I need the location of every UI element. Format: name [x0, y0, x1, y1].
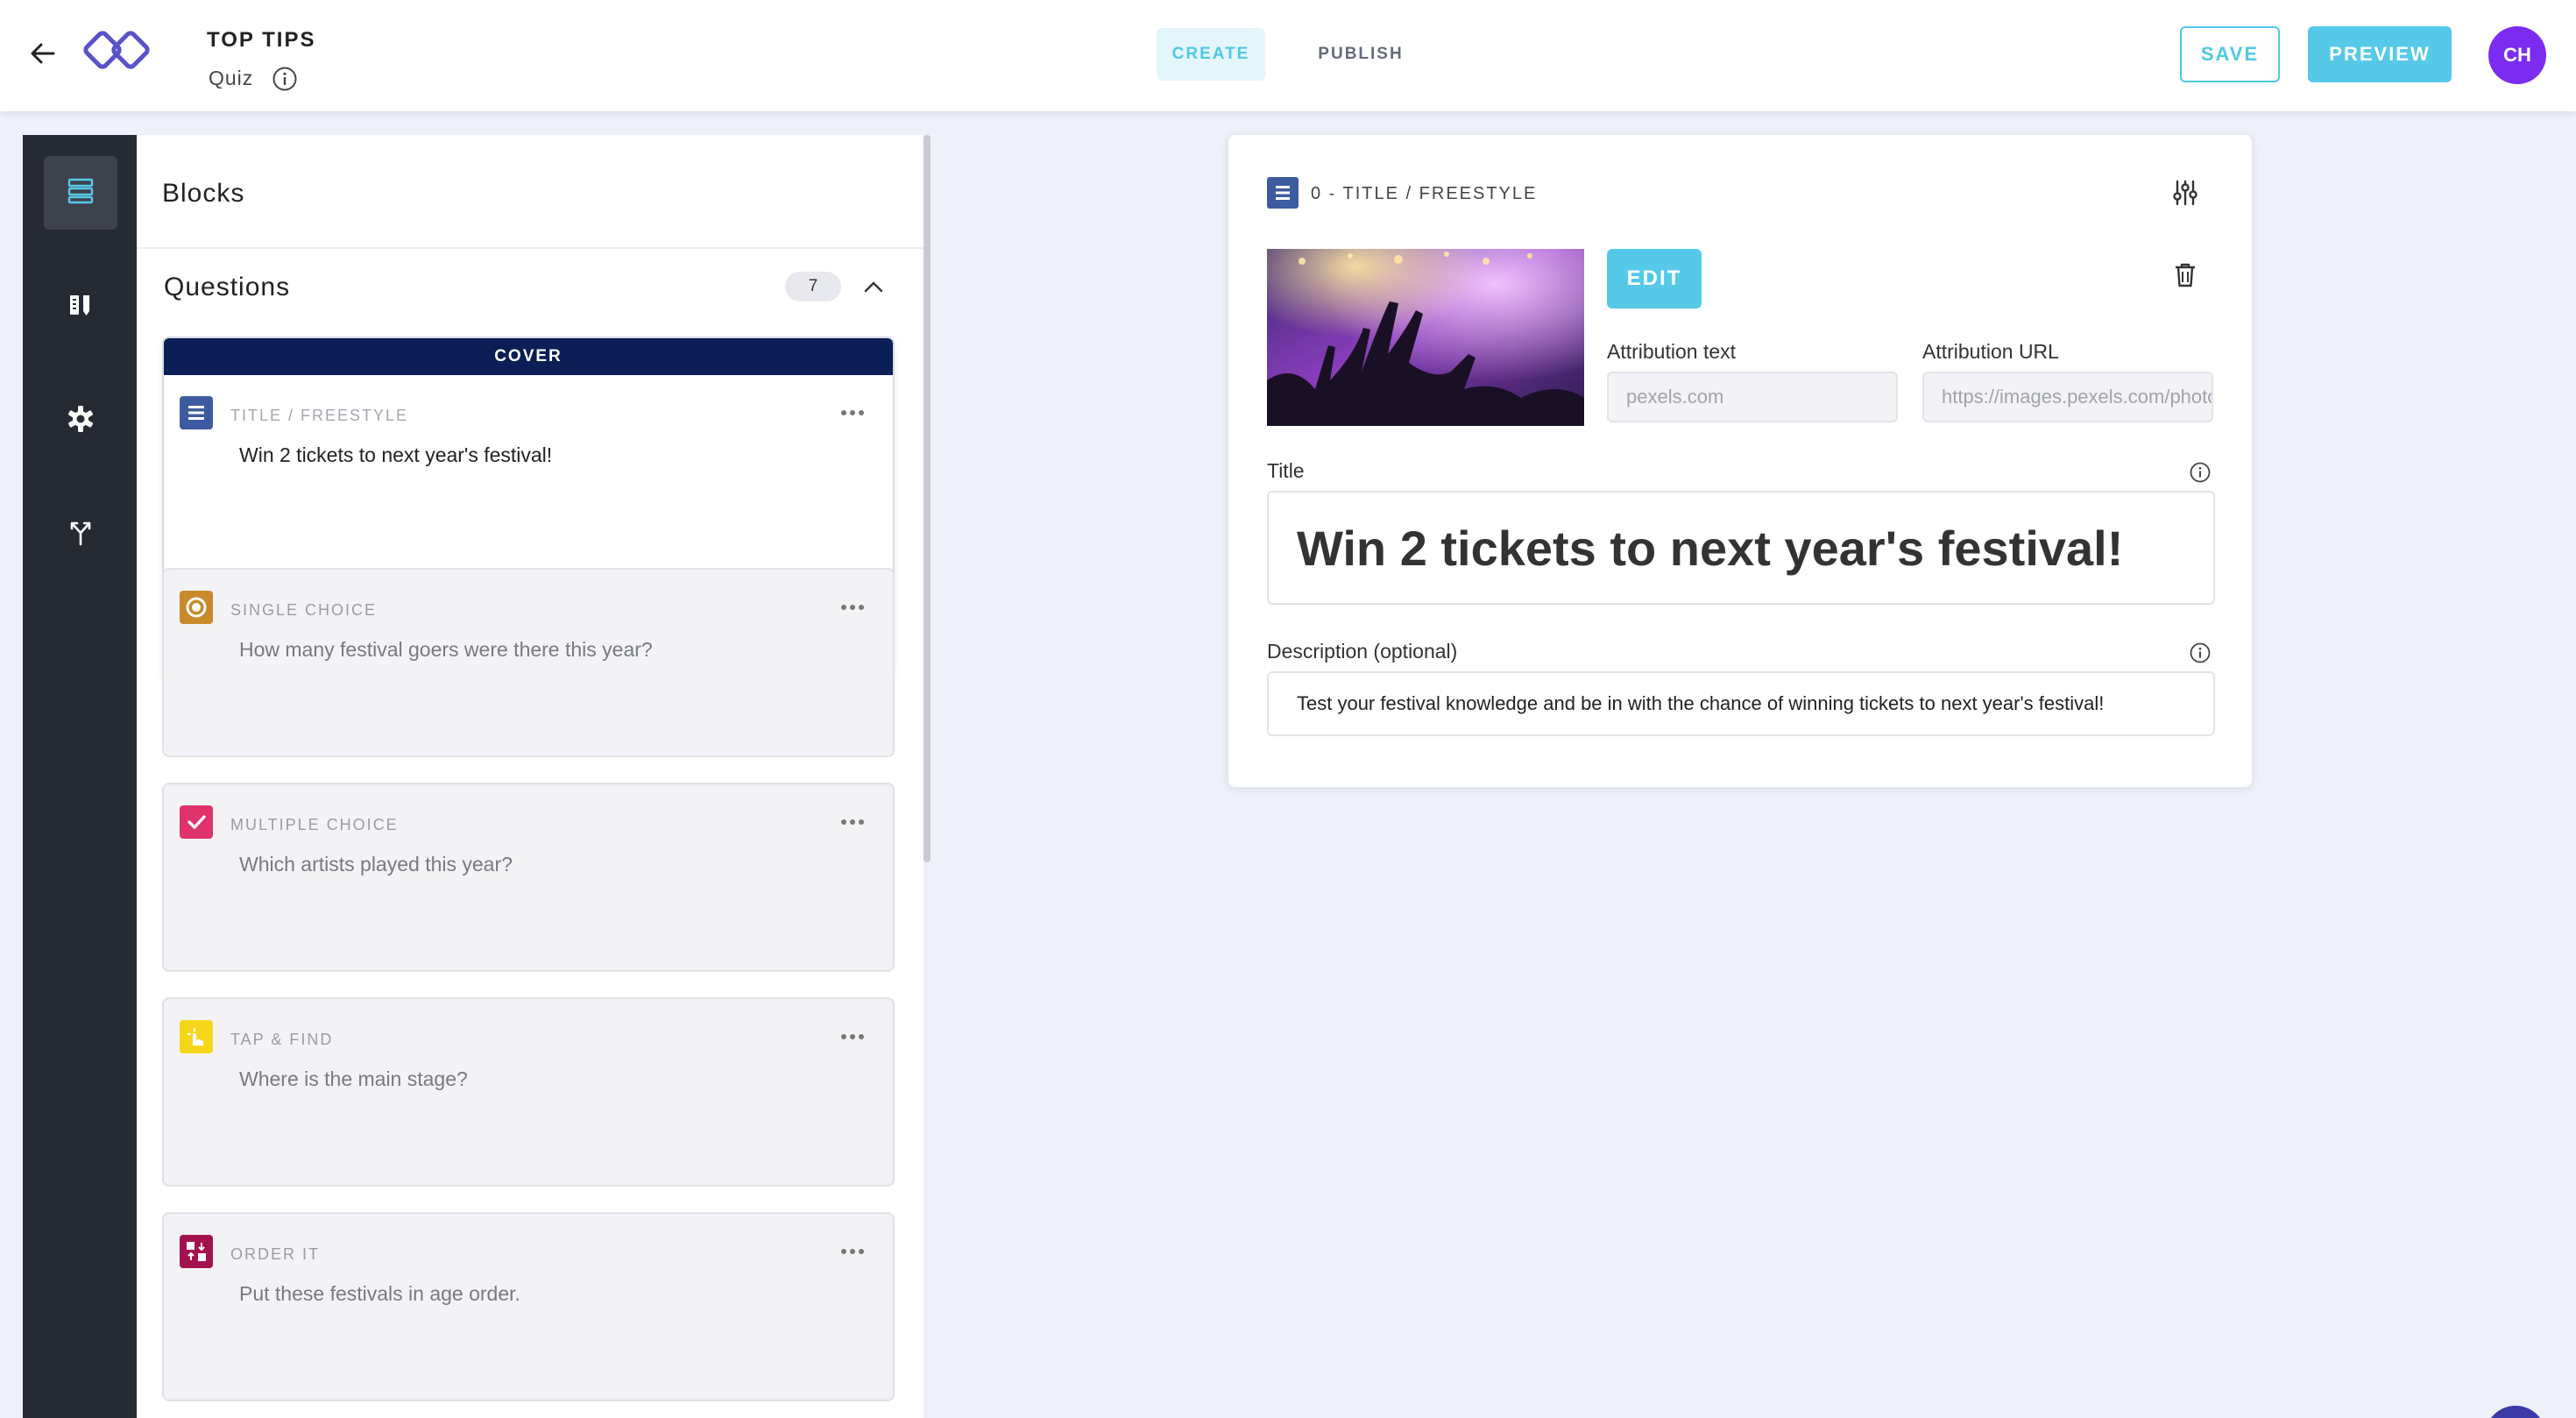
tab-publish[interactable]: PUBLISH [1304, 28, 1418, 81]
rail-item-logic[interactable] [44, 498, 117, 571]
more-options-icon[interactable] [835, 1238, 870, 1265]
block-type-label: ORDER IT [230, 1245, 321, 1263]
blocks-title: Blocks [162, 179, 245, 208]
description-field[interactable]: Test your festival knowledge and be in w… [1267, 671, 2215, 736]
preview-button[interactable]: PREVIEW [2308, 26, 2452, 82]
block-question-text: Which artists played this year? [239, 853, 513, 876]
back-arrow-icon[interactable] [25, 35, 61, 72]
block-type-label: TITLE / FREESTYLE [230, 407, 409, 424]
block-type-label: SINGLE CHOICE [230, 601, 378, 619]
avatar[interactable]: CH [2488, 26, 2546, 84]
question-block-card[interactable]: ORDER IT Put these festivals in age orde… [162, 1212, 895, 1401]
page-title: TOP TIPS [207, 28, 316, 52]
trash-icon[interactable] [2169, 258, 2201, 293]
checkbox-icon [180, 805, 213, 839]
questions-count-badge: 7 [785, 272, 841, 301]
edit-image-button[interactable]: EDIT [1607, 249, 1702, 308]
attribution-text-field[interactable]: pexels.com [1607, 372, 1898, 422]
attribution-url-field[interactable]: https://images.pexels.com/photos/ [1922, 372, 2213, 422]
blocks-panel: Blocks Questions 7 COVER TITLE / FREESTY… [137, 135, 924, 1418]
question-block-card[interactable]: TAP & FIND Where is the main stage? [162, 997, 895, 1187]
block-type-label: MULTIPLE CHOICE [230, 816, 399, 833]
single-choice-icon [180, 591, 213, 624]
block-question-text: Win 2 tickets to next year's festival! [239, 443, 553, 466]
question-block-card[interactable]: SINGLE CHOICE How many festival goers we… [162, 568, 895, 757]
more-options-icon[interactable] [835, 594, 870, 620]
blocks-scrollbar[interactable] [924, 135, 931, 862]
tab-create[interactable]: CREATE [1157, 28, 1265, 81]
block-question-text: Put these festivals in age order. [239, 1282, 520, 1305]
app-logo[interactable] [81, 25, 152, 77]
save-button[interactable]: SAVE [2180, 26, 2280, 82]
help-chat-button[interactable] [2485, 1406, 2546, 1418]
top-bar: TOP TIPS Quiz CREATE PUBLISH SAVE PREVIE… [0, 0, 2576, 111]
order-icon [180, 1235, 213, 1268]
left-rail [23, 135, 137, 1418]
more-options-icon[interactable] [835, 809, 870, 835]
questions-heading: Questions [164, 273, 291, 301]
cover-image[interactable] [1267, 249, 1584, 426]
title-label: Title [1267, 459, 1305, 482]
freestyle-icon [180, 396, 213, 429]
design-icon [67, 291, 95, 323]
block-type-label: TAP & FIND [230, 1031, 334, 1048]
tap-icon [180, 1020, 213, 1053]
more-options-icon[interactable] [835, 400, 870, 426]
title-field[interactable]: Win 2 tickets to next year's festival! [1267, 491, 2215, 605]
info-icon[interactable] [2189, 642, 2212, 664]
question-block-card[interactable]: MULTIPLE CHOICE Which artists played thi… [162, 783, 895, 972]
info-icon[interactable] [272, 66, 298, 92]
rail-item-design[interactable] [44, 270, 117, 344]
rail-item-blocks[interactable] [44, 156, 117, 230]
rail-item-settings[interactable] [44, 384, 117, 457]
page-subtitle: Quiz [209, 67, 254, 89]
blocks-icon [67, 177, 95, 209]
block-question-text: How many festival goers were there this … [239, 638, 653, 661]
block-editor-card: 0 - TITLE / FREESTYLE EDIT Attribution t… [1228, 135, 2252, 787]
cover-banner: COVER [164, 338, 893, 375]
sliders-icon[interactable] [2168, 175, 2203, 210]
attribution-text-label: Attribution text [1607, 340, 1737, 363]
block-heading: 0 - TITLE / FREESTYLE [1311, 184, 1538, 203]
info-icon[interactable] [2189, 461, 2212, 484]
block-question-text: Where is the main stage? [239, 1067, 468, 1090]
branch-icon [66, 518, 96, 552]
divider [137, 247, 924, 249]
freestyle-icon [1267, 177, 1299, 209]
chevron-up-icon[interactable] [860, 273, 887, 300]
description-label: Description (optional) [1267, 640, 1458, 663]
attribution-url-label: Attribution URL [1922, 340, 2059, 363]
more-options-icon[interactable] [835, 1024, 870, 1050]
gear-icon [66, 404, 96, 438]
